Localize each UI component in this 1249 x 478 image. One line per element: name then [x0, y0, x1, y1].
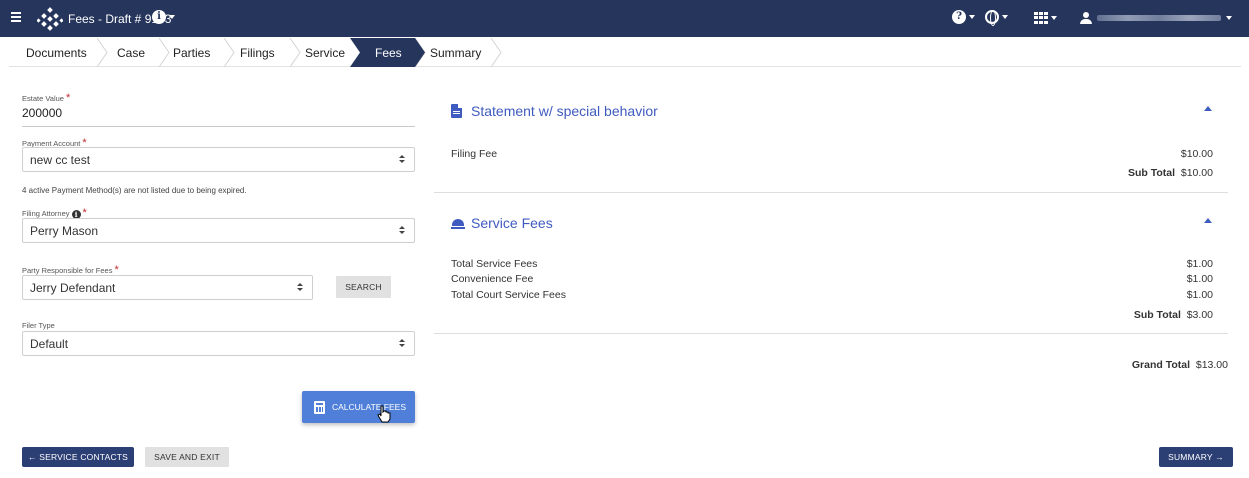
estate-value-input[interactable]: 200000	[22, 106, 62, 120]
select-arrows-icon	[399, 226, 405, 236]
step-service[interactable]: Service	[305, 46, 345, 60]
user-icon	[1080, 12, 1092, 24]
service-contacts-button[interactable]: ← SERVICE CONTACTS	[22, 447, 134, 467]
user-email-redacted	[1097, 15, 1221, 21]
service-fees-section-title: Service Fees	[471, 215, 553, 231]
filer-type-value: Default	[30, 337, 69, 351]
language-dropdown[interactable]	[985, 10, 1008, 26]
document-icon	[451, 104, 462, 118]
step-documents[interactable]: Documents	[26, 46, 87, 60]
step-fees[interactable]: Fees	[375, 46, 402, 60]
top-navbar: Fees - Draft # 9103 i ?	[0, 0, 1249, 37]
apps-grid-icon	[1034, 12, 1048, 24]
select-arrows-icon	[399, 339, 405, 349]
help-dropdown[interactable]: ?	[952, 10, 975, 24]
calculator-icon	[314, 401, 325, 414]
divider	[434, 333, 1228, 334]
help-icon: ?	[952, 10, 966, 24]
calculate-fees-button[interactable]: CALCULATE FEES	[302, 391, 415, 423]
summary-button[interactable]: SUMMARY →	[1159, 447, 1233, 467]
grand-total: Grand Total $13.00	[1131, 359, 1228, 371]
step-case[interactable]: Case	[117, 46, 145, 60]
save-and-exit-button[interactable]: SAVE AND EXIT	[145, 447, 229, 467]
filing-attorney-value: Perry Mason	[30, 224, 99, 238]
info-dropdown[interactable]: i	[152, 10, 175, 24]
step-parties[interactable]: Parties	[173, 46, 210, 60]
logo-icon[interactable]	[37, 6, 63, 32]
fee-row-value: $1.00	[1186, 289, 1213, 301]
search-button[interactable]: SEARCH	[336, 276, 391, 298]
chevron-down-icon	[1002, 15, 1008, 19]
chevron-up-icon[interactable]	[1204, 218, 1212, 224]
estate-value-label: Estate Value *	[22, 92, 71, 104]
statement-subtotal: Sub Total $10.00	[1127, 167, 1213, 179]
party-responsible-value: Jerry Defendant	[30, 281, 116, 295]
step-filings[interactable]: Filings	[240, 46, 275, 60]
step-summary[interactable]: Summary	[430, 46, 481, 60]
info-icon: i	[152, 10, 166, 24]
expired-methods-note: 4 active Payment Method(s) are not liste…	[22, 186, 247, 195]
service-bell-icon	[451, 219, 465, 229]
chevron-up-icon[interactable]	[1204, 106, 1212, 112]
fee-row-label: Convenience Fee	[451, 273, 534, 285]
divider	[434, 192, 1228, 193]
filing-attorney-select[interactable]: Perry Mason	[22, 218, 415, 243]
filer-type-select[interactable]: Default	[22, 331, 415, 356]
estate-value-underline	[22, 126, 415, 127]
select-arrows-icon	[399, 155, 405, 165]
fee-row-value: $1.00	[1186, 273, 1213, 285]
globe-icon	[985, 10, 999, 26]
user-dropdown[interactable]	[1080, 12, 1232, 24]
chevron-down-icon	[1226, 16, 1232, 20]
chevron-down-icon	[969, 15, 975, 19]
hand-cursor-icon	[377, 405, 391, 423]
payment-account-value: new cc test	[30, 153, 91, 167]
statement-section-title: Statement w/ special behavior	[471, 103, 658, 119]
filer-type-label: Filer Type	[22, 321, 55, 330]
fee-row-label: Filing Fee	[451, 148, 498, 160]
fee-row-label: Total Court Service Fees	[451, 289, 566, 301]
chevron-down-icon	[169, 15, 175, 19]
payment-account-select[interactable]: new cc test	[22, 147, 415, 172]
calculate-fees-label: CALCULATE FEES	[332, 402, 407, 412]
apps-dropdown[interactable]	[1034, 12, 1057, 24]
fee-row-value: $10.00	[1180, 148, 1213, 160]
party-responsible-select[interactable]: Jerry Defendant	[22, 275, 313, 300]
chevron-down-icon	[1051, 16, 1057, 20]
fee-row-value: $1.00	[1186, 258, 1213, 270]
select-arrows-icon	[297, 283, 303, 293]
menu-icon[interactable]	[11, 12, 21, 22]
fee-row-label: Total Service Fees	[451, 258, 538, 270]
service-subtotal: Sub Total $3.00	[1133, 309, 1213, 321]
steps-bar: Documents Case Parties Filings Service F…	[9, 38, 1241, 67]
